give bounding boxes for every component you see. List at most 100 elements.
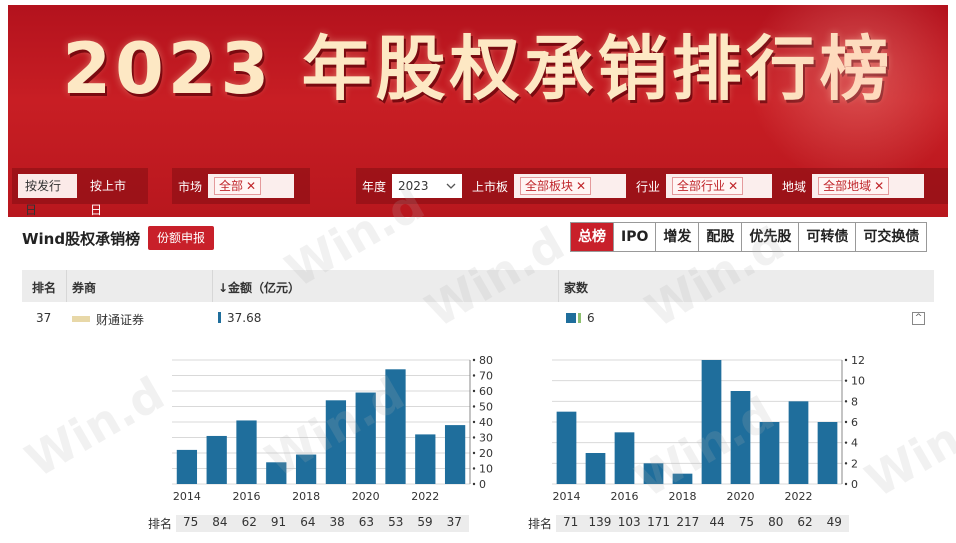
column-divider (212, 270, 213, 302)
y-tick-mark (472, 451, 476, 455)
rank-value: 84 (205, 515, 235, 532)
y-tick-mark (472, 436, 476, 439)
tab-overall[interactable]: 总榜 (571, 223, 613, 251)
x-tick-label: 2022 (411, 490, 439, 503)
industry-tag: 全部行业 ✕ (672, 177, 744, 195)
tab-convertible-bond[interactable]: 可转债 (798, 223, 856, 251)
category-tabs: 总榜 IPO 增发 配股 优先股 可转债 可交换债 (570, 222, 928, 252)
amount-bar-icon (218, 312, 221, 323)
column-divider (558, 270, 559, 302)
market-filter: 市场 全部 ✕ (172, 168, 310, 204)
region-tag-text: 全部地域 (823, 179, 872, 193)
bar-2021 (385, 369, 406, 484)
bar-2016 (236, 420, 257, 484)
rank-value: 37 (439, 515, 469, 532)
tab-preferred-stock[interactable]: 优先股 (741, 223, 799, 251)
rank-value: 62 (790, 515, 820, 532)
ranking-title: Wind股权承销榜 (22, 230, 141, 248)
y-tick-mark (472, 467, 476, 470)
row-broker: 财通证券 (72, 311, 144, 328)
row-count: 6 (566, 311, 595, 325)
remove-tag-icon[interactable]: ✕ (246, 179, 256, 193)
y-tick-label: 12 (851, 354, 865, 367)
row-rank: 37 (36, 311, 52, 325)
remove-tag-icon[interactable]: ✕ (874, 179, 884, 193)
table-row[interactable]: 37 财通证券 37.68 6 ^ (22, 304, 934, 332)
x-tick-label: 2022 (785, 490, 813, 503)
y-tick-mark (844, 462, 848, 465)
count-rank-row: 排名 71 139 103 171 217 44 75 80 62 49 (528, 515, 849, 532)
bar-2016 (614, 432, 635, 484)
bar-2021 (759, 422, 780, 484)
y-tick-mark (472, 389, 476, 393)
tab-rights-issue[interactable]: 配股 (698, 223, 742, 251)
date-type-filter: 按发行日 按上市日 (12, 168, 148, 217)
bar-2014 (556, 411, 577, 484)
board-input[interactable]: 全部板块 ✕ (514, 174, 627, 198)
rank-value: 64 (293, 515, 323, 532)
y-tick-label: 8 (851, 395, 858, 408)
tab-additional-issue[interactable]: 增发 (655, 223, 699, 251)
y-tick-mark (472, 482, 476, 486)
remove-tag-icon[interactable]: ✕ (576, 179, 586, 193)
y-tick-mark (844, 482, 848, 486)
column-broker[interactable]: 券商 (72, 279, 96, 296)
tab-exchangeable-bond[interactable]: 可交换债 (855, 223, 927, 251)
issue-date-option[interactable]: 按发行日 (18, 174, 77, 217)
market-input[interactable]: 全部 ✕ (208, 174, 295, 198)
rank-row-label: 排名 (148, 517, 173, 531)
board-label: 上市板 (472, 179, 509, 194)
tab-ipo[interactable]: IPO (613, 223, 656, 251)
y-tick-label: 40 (479, 416, 493, 429)
y-tick-label: 20 (479, 447, 493, 460)
column-amount[interactable]: ↓金额（亿元） (218, 279, 300, 296)
y-tick-label: 4 (851, 437, 858, 450)
rank-value: 38 (322, 515, 352, 532)
collapse-icon[interactable]: ^ (912, 312, 925, 325)
year-value: 2023 (398, 179, 429, 193)
column-rank[interactable]: 排名 (32, 279, 56, 296)
rank-value: 139 (585, 515, 615, 532)
y-tick-mark (472, 358, 476, 362)
industry-input[interactable]: 全部行业 ✕ (666, 174, 773, 198)
rank-value: 71 (556, 515, 586, 532)
y-tick-mark (472, 420, 476, 424)
y-tick-mark (844, 420, 848, 424)
bar-2022 (788, 401, 809, 484)
rank-value: 171 (643, 515, 674, 532)
bar-2023 (817, 422, 838, 484)
y-tick-mark (844, 379, 848, 382)
y-tick-label: 0 (851, 478, 858, 491)
row-count-value: 6 (587, 311, 595, 325)
y-tick-label: 80 (479, 354, 493, 367)
y-tick-mark (844, 441, 848, 444)
bar-2023 (444, 425, 466, 484)
rank-value: 59 (410, 515, 440, 532)
column-count[interactable]: 家数 (564, 279, 588, 296)
table-header: 排名 券商 ↓金额（亿元） 家数 (22, 270, 934, 302)
rank-value: 75 (176, 515, 206, 532)
rank-value: 91 (263, 515, 294, 532)
count-history-chart: 0 2 4 6 8 10 12 2014 2016 2018 2020 2022 (552, 354, 865, 503)
y-tick-label: 10 (851, 375, 865, 388)
year-select[interactable]: 2023 (392, 174, 463, 198)
industry-label: 行业 (636, 179, 661, 194)
market-tag: 全部 ✕ (214, 177, 262, 195)
region-input[interactable]: 全部地域 ✕ (812, 174, 925, 198)
rank-row-label: 排名 (528, 517, 553, 531)
rank-value: 63 (351, 515, 382, 532)
count-bar-accent-icon (578, 313, 581, 323)
amount-history-chart: 0 10 20 30 40 50 60 70 80 2014 2016 2018 2020 2022 (172, 354, 493, 503)
y-tick-label: 60 (479, 385, 493, 398)
listing-date-option[interactable]: 按上市日 (83, 174, 142, 217)
industry-tag-text: 全部行业 (677, 179, 726, 193)
bar-2015 (585, 453, 606, 484)
y-tick-mark (472, 405, 476, 408)
y-tick-label: 0 (479, 478, 486, 491)
x-tick-label: 2016 (233, 490, 261, 503)
share-report-button[interactable]: 份额申报 (148, 226, 215, 250)
year-label: 年度 (362, 179, 387, 194)
remove-tag-icon[interactable]: ✕ (728, 179, 738, 193)
row-broker-name: 财通证券 (96, 313, 145, 327)
count-bar-icon (566, 313, 576, 323)
